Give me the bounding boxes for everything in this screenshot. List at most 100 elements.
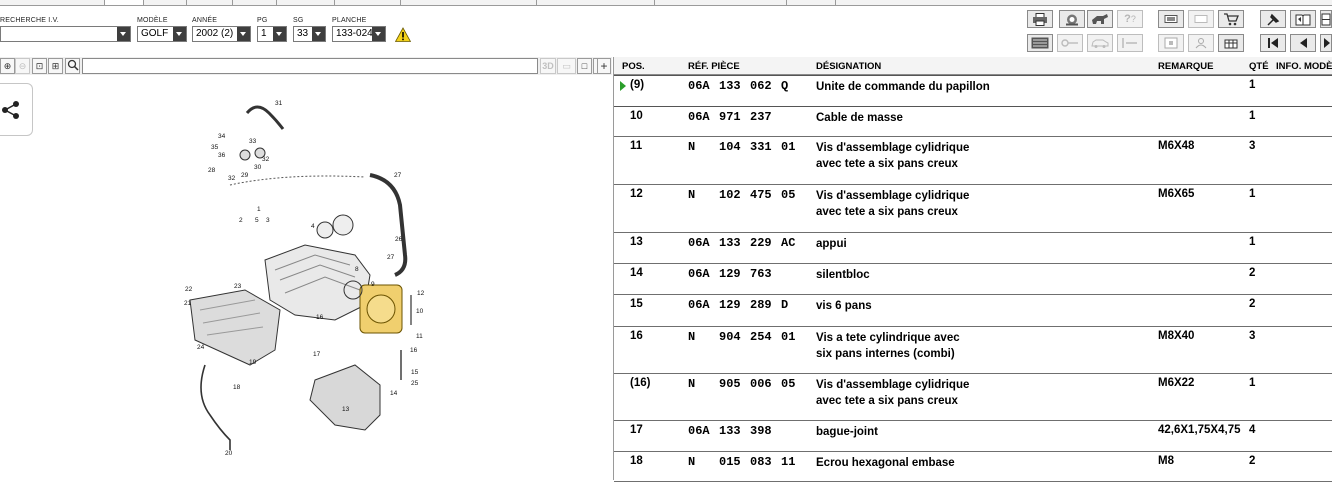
- first-icon[interactable]: [1260, 34, 1286, 52]
- row-pos: (16): [630, 377, 651, 389]
- row-qte: 1: [1249, 110, 1256, 122]
- zoom-in-icon[interactable]: ⊕: [0, 58, 15, 74]
- tab[interactable]: [334, 0, 400, 5]
- cart-icon[interactable]: [1218, 10, 1244, 28]
- chevron-down-icon[interactable]: [173, 27, 186, 41]
- table-row[interactable]: (16) N 905 006 05 Vis d'assemblage cylidrique…: [614, 374, 1332, 421]
- tab[interactable]: [536, 0, 654, 5]
- chevron-down-icon[interactable]: [117, 27, 130, 41]
- row-ref-part: 104: [719, 140, 741, 154]
- single-pane-icon[interactable]: □: [577, 58, 592, 74]
- magnifier-icon[interactable]: [65, 58, 80, 74]
- chevron-down-icon[interactable]: [372, 27, 385, 41]
- chevron-down-icon[interactable]: [273, 27, 286, 41]
- tab[interactable]: [276, 0, 334, 5]
- split-icon[interactable]: [1320, 10, 1332, 28]
- row-ref-part: 06A: [688, 110, 710, 124]
- modele-select[interactable]: GOLF: [137, 26, 187, 42]
- row-designation: Vis a tete cylindrique avec: [816, 332, 960, 344]
- table-row[interactable]: 18 N 015 083 11 Ecrou hexagonal embase M8 2: [614, 452, 1332, 482]
- table-row[interactable]: (9) 06A 133 062 Q Unite de commande du papill…: [614, 75, 1332, 107]
- callout-16b: 16: [410, 347, 418, 354]
- camera-icon[interactable]: [1059, 10, 1085, 28]
- table-row[interactable]: 12 N 102 475 05 Vis d'assemblage cylidrique av…: [614, 185, 1332, 233]
- callout-27: 27: [394, 172, 402, 179]
- row-pos: 16: [630, 330, 643, 342]
- sg-select[interactable]: 33: [293, 26, 326, 42]
- elsa-icon[interactable]: [1158, 10, 1184, 28]
- row-ref-part: 133: [719, 424, 741, 438]
- basket-icon[interactable]: [1218, 34, 1244, 52]
- row-ref-part: 102: [719, 188, 741, 202]
- view-3d-button[interactable]: 3D: [540, 58, 556, 74]
- zoom-area-icon[interactable]: ⊞: [48, 58, 63, 74]
- tab[interactable]: [186, 0, 232, 5]
- diagram-search-field[interactable]: [82, 58, 538, 74]
- dog-icon[interactable]: [1087, 10, 1113, 28]
- tab[interactable]: [232, 0, 276, 5]
- table-row[interactable]: 11 N 104 331 01 Vis d'assemblage cylidrique av…: [614, 137, 1332, 185]
- table-row[interactable]: 16 N 904 254 01 Vis a tete cylindrique avec si…: [614, 327, 1332, 374]
- layout-icon[interactable]: ▭: [557, 58, 576, 74]
- header-designation[interactable]: DÉSIGNATION: [816, 61, 881, 72]
- parts-diagram[interactable]: 31 34 33 35 36 32 30 28 29 32 27 1 5 3 2…: [165, 95, 445, 465]
- help-icon[interactable]: ??: [1117, 10, 1143, 28]
- person-icon[interactable]: [1188, 34, 1214, 52]
- row-ref-part: 133: [719, 236, 741, 250]
- row-ref-part: 289: [750, 298, 772, 312]
- chevron-down-icon[interactable]: [312, 27, 325, 41]
- pg-select[interactable]: 1: [257, 26, 287, 42]
- disabled-icon[interactable]: [1188, 10, 1214, 28]
- header-remarque[interactable]: REMARQUE: [1158, 61, 1213, 72]
- book-icon[interactable]: [1290, 10, 1316, 28]
- table-row[interactable]: 15 06A 129 289 Dvis 6 pans 2: [614, 295, 1332, 327]
- prev-icon[interactable]: [1290, 34, 1316, 52]
- tab[interactable]: [654, 0, 786, 5]
- crosshair-icon[interactable]: +: [597, 58, 611, 74]
- pg-group: PG 1: [257, 15, 287, 42]
- callout-31: 31: [275, 100, 283, 107]
- row-ref-part: 904: [719, 330, 741, 344]
- callout-34: 34: [218, 133, 226, 140]
- car-icon[interactable]: [1087, 34, 1113, 52]
- header-pos[interactable]: POS.: [622, 61, 645, 72]
- callout-3: 3: [266, 217, 270, 224]
- next-icon[interactable]: [1320, 34, 1332, 52]
- row-qte: 1: [1249, 377, 1256, 389]
- table-header: POS. RÉF. PIÈCE DÉSIGNATION REMARQUE QTÉ…: [614, 57, 1332, 75]
- key-icon[interactable]: [1057, 34, 1083, 52]
- header-ref[interactable]: RÉF. PIÈCE: [688, 61, 740, 72]
- arrow-icon[interactable]: [1117, 34, 1143, 52]
- row-qte: 3: [1249, 140, 1256, 152]
- list-icon[interactable]: [1027, 34, 1053, 52]
- callout-36: 36: [218, 152, 226, 159]
- row-ref-part: 763: [750, 267, 772, 281]
- table-row[interactable]: 17 06A 133 398 bague-joint 42,6X1,75X4,75 4: [614, 421, 1332, 452]
- callout-19: 19: [249, 359, 257, 366]
- row-designation: bague-joint: [816, 426, 878, 438]
- warning-icon[interactable]: [395, 27, 411, 43]
- share-button[interactable]: [0, 83, 33, 136]
- planche-select[interactable]: 133-024: [332, 26, 386, 42]
- pin-icon[interactable]: [1260, 10, 1286, 28]
- header-qte[interactable]: QTÉ: [1249, 61, 1269, 72]
- callout-10: 10: [416, 308, 424, 315]
- tab[interactable]: [786, 0, 836, 5]
- zoom-out-icon[interactable]: ⊖: [15, 58, 30, 74]
- row-qte: 2: [1249, 298, 1256, 310]
- header-info[interactable]: INFO. MODÈ: [1276, 61, 1332, 72]
- row-designation: Vis d'assemblage cylidrique: [816, 190, 970, 202]
- row-ref-part: N: [688, 455, 696, 469]
- document-icon[interactable]: [1158, 34, 1184, 52]
- zoom-fit-icon[interactable]: ⊡: [32, 58, 47, 74]
- tab[interactable]: [104, 0, 144, 5]
- table-row[interactable]: 10 06A 971 237 Cable de masse 1: [614, 107, 1332, 137]
- table-row[interactable]: 14 06A 129 763 silentbloc 2: [614, 264, 1332, 295]
- recherche-select[interactable]: [0, 26, 131, 42]
- table-row[interactable]: 13 06A 133 229 AC appui 1: [614, 233, 1332, 264]
- tab[interactable]: [400, 0, 536, 5]
- row-pos: 12: [630, 188, 643, 200]
- annee-select[interactable]: 2002 (2): [192, 26, 251, 42]
- chevron-down-icon[interactable]: [237, 27, 250, 41]
- print-icon[interactable]: [1027, 10, 1053, 28]
